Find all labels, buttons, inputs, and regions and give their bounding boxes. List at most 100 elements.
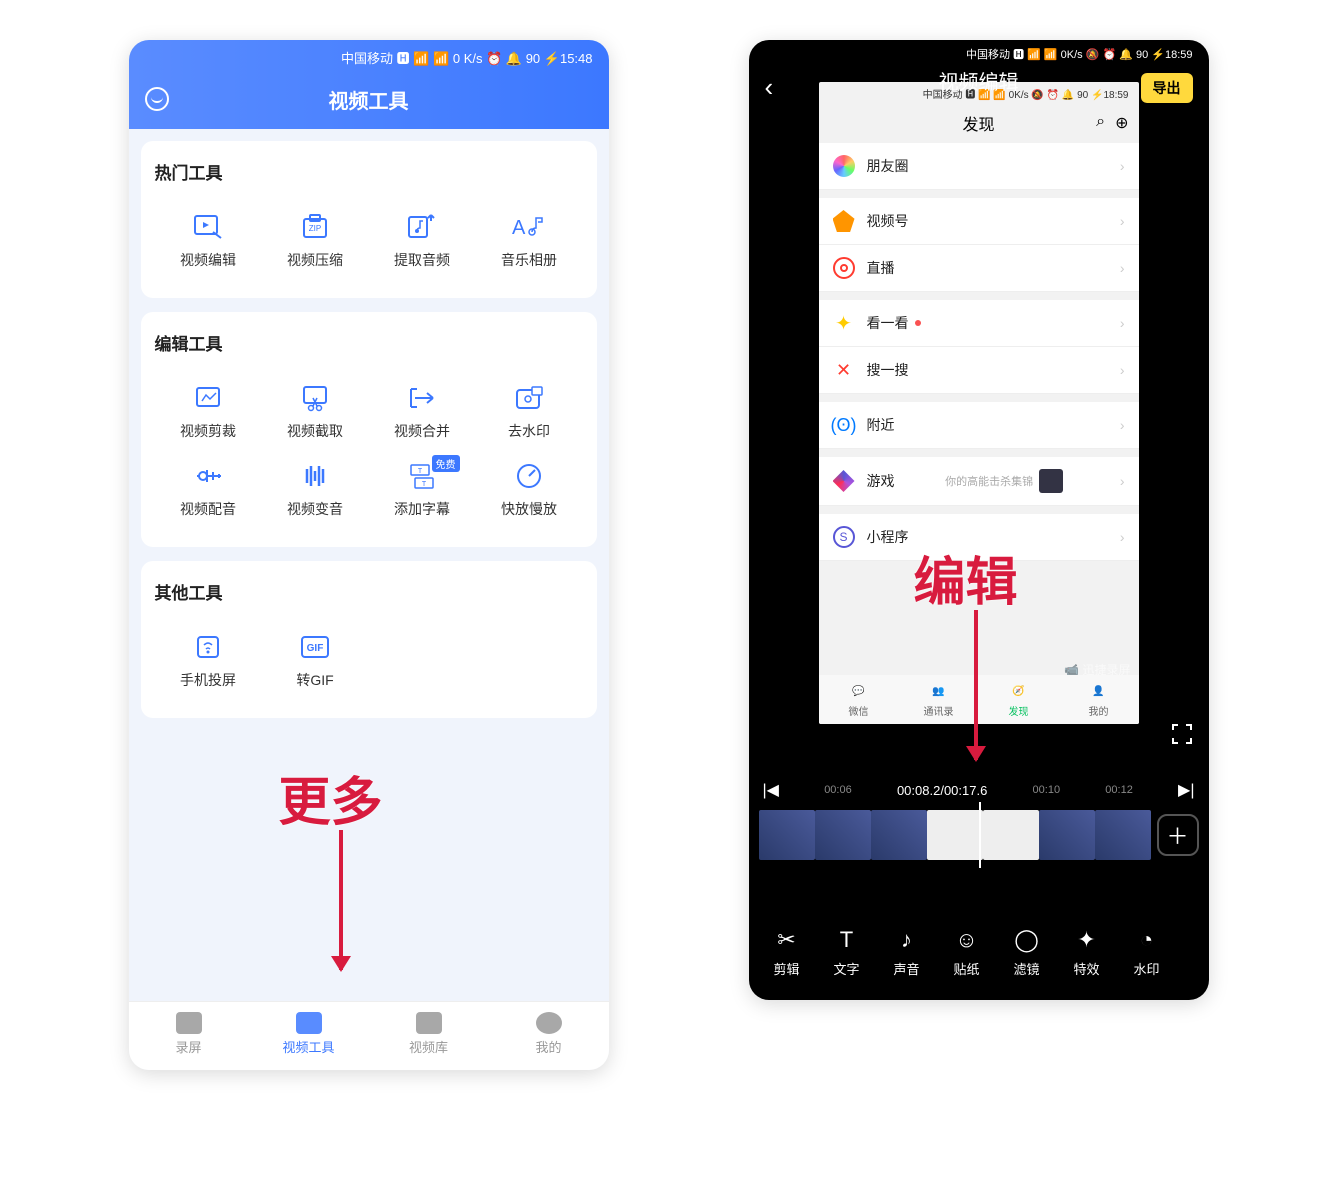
editor-header: ‹ 视频编辑 导出 [749,62,1209,113]
profile-icon [536,1012,562,1034]
wx-nav-chats: 💬微信 [819,681,899,718]
chevron-right-icon: › [1120,362,1125,378]
tool-cast[interactable]: 手机投屏 [155,622,262,700]
chevron-right-icon: › [1120,158,1125,174]
tool-dub[interactable]: 视频配音 [155,451,262,529]
export-button[interactable]: 导出 [1141,73,1193,103]
playhead[interactable] [979,802,981,868]
nav-library[interactable]: 视频库 [369,1012,489,1056]
tool-watermark[interactable]: ◔水印 [1117,927,1177,978]
clip-thumb[interactable] [759,810,815,860]
watermark-icon [512,383,546,413]
wx-item-moments: 朋友圈› [819,143,1139,190]
add-clip-button[interactable]: ＋ [1157,814,1199,856]
fullscreen-button[interactable] [1171,723,1193,750]
editor-toolbar: ✂剪辑 T文字 ♪声音 ☺贴纸 ◯滤镜 ✦特效 ◔水印 [749,911,1209,1000]
bottom-nav: 录屏 视频工具 视频库 我的 [129,1001,609,1070]
tool-audio[interactable]: ♪声音 [877,927,937,978]
time-display: 00:08.2/00:17.6 [897,783,987,798]
back-button[interactable]: ‹ [765,72,774,103]
crop-icon [191,383,225,413]
tool-speed[interactable]: 快放慢放 [476,451,583,529]
nav-video-tools[interactable]: 视频工具 [249,1012,369,1056]
face-icon[interactable] [145,87,169,111]
page-title: 视频工具 [329,85,409,114]
section-title: 其他工具 [155,579,583,604]
clip-thumb[interactable] [1039,810,1095,860]
games-icon [833,470,855,492]
plus-icon: ⊕ [1115,113,1128,133]
tool-filter[interactable]: ◯滤镜 [997,927,1057,978]
search-icon: ✕ [833,359,855,381]
tool-effects[interactable]: ✦特效 [1057,927,1117,978]
tool-label: 视频变音 [287,499,343,519]
tool-crop[interactable]: 视频剪裁 [155,373,262,451]
tool-text[interactable]: T文字 [817,927,877,978]
sticker-icon: ☺ [954,927,980,953]
tool-label: 视频配音 [180,499,236,519]
clip-thumb[interactable] [1095,810,1151,860]
prev-frame-button[interactable]: |◀ [763,780,779,800]
tool-voice-change[interactable]: 视频变音 [262,451,369,529]
wx-item-miniprogram: S小程序› [819,514,1139,561]
notification-dot [915,320,921,326]
filter-icon: ◯ [1014,927,1040,953]
chevron-right-icon: › [1120,315,1125,331]
live-icon [833,257,855,279]
tool-video-edit[interactable]: 视频编辑 [155,202,262,280]
wx-item-live: 直播› [819,245,1139,292]
editor-title: 视频编辑 [939,66,1019,95]
wx-nav-contacts: 👥通讯录 [899,681,979,718]
section-title: 热门工具 [155,159,583,184]
wx-item-games: 游戏你的高能击杀集锦› [819,457,1139,506]
tool-label: 手机投屏 [180,670,236,690]
tool-watermark[interactable]: 去水印 [476,373,583,451]
tool-label: 去水印 [508,421,550,441]
cast-icon [191,632,225,662]
tool-merge[interactable]: 视频合并 [369,373,476,451]
audio-icon: ♪ [894,927,920,953]
tool-subtitle[interactable]: 免费 TT 添加字幕 [369,451,476,529]
wx-nav-discover: 🧭发现 [979,681,1059,718]
moments-icon [833,155,855,177]
tool-extract-audio[interactable]: 提取音频 [369,202,476,280]
tools-icon [296,1012,322,1034]
wx-item-search: ✕搜一搜› [819,347,1139,394]
wx-nav-me: 👤我的 [1059,681,1139,718]
tool-clip[interactable]: ✂剪辑 [757,927,817,978]
clip-thumb[interactable] [983,810,1039,860]
tool-music-album[interactable]: A 音乐相册 [476,202,583,280]
tool-video-compress[interactable]: ZIP 视频压缩 [262,202,369,280]
annotation-arrow [974,610,978,760]
tool-label: 视频截取 [287,421,343,441]
tool-label: 添加字幕 [394,499,450,519]
album-icon: A [512,212,546,242]
zip-icon: ZIP [298,212,332,242]
chevron-right-icon: › [1120,473,1125,489]
time-mark: 00:06 [824,784,852,796]
video-preview[interactable]: 中国移动 🅷 📶 📶 0K/s 🔕 ⏰ 🔔 90 ⚡18:59 发现 ⌕ ⊕ 朋… [819,82,1139,724]
me-icon: 👤 [1088,681,1110,701]
chevron-right-icon: › [1120,417,1125,433]
merge-icon [405,383,439,413]
next-frame-button[interactable]: ▶| [1178,780,1194,800]
nav-mine[interactable]: 我的 [489,1012,609,1056]
tool-label: 快放慢放 [501,499,557,519]
nav-record[interactable]: 录屏 [129,1012,249,1056]
svg-text:ZIP: ZIP [309,224,321,233]
tool-cut[interactable]: 视频截取 [262,373,369,451]
annotation-arrow [339,830,343,970]
wx-discover-list: 朋友圈› 视频号› 直播› ✦看一看› ✕搜一搜› (ʘ)附近› 游戏你的高能击… [819,143,1139,561]
voice-icon [298,461,332,491]
svg-text:T: T [422,481,427,488]
chevron-right-icon: › [1120,260,1125,276]
clip-thumb[interactable] [815,810,871,860]
timeline-bar[interactable]: |◀ 00:06 00:08.2/00:17.6 00:10 00:12 ▶| [749,780,1209,800]
tool-label: 视频剪裁 [180,421,236,441]
tool-gif[interactable]: GIF 转GIF [262,622,369,700]
svg-text:T: T [418,468,423,475]
tool-sticker[interactable]: ☺贴纸 [937,927,997,978]
clip-thumb[interactable] [871,810,927,860]
game-thumb [1039,469,1063,493]
clip-thumb[interactable] [927,810,983,860]
